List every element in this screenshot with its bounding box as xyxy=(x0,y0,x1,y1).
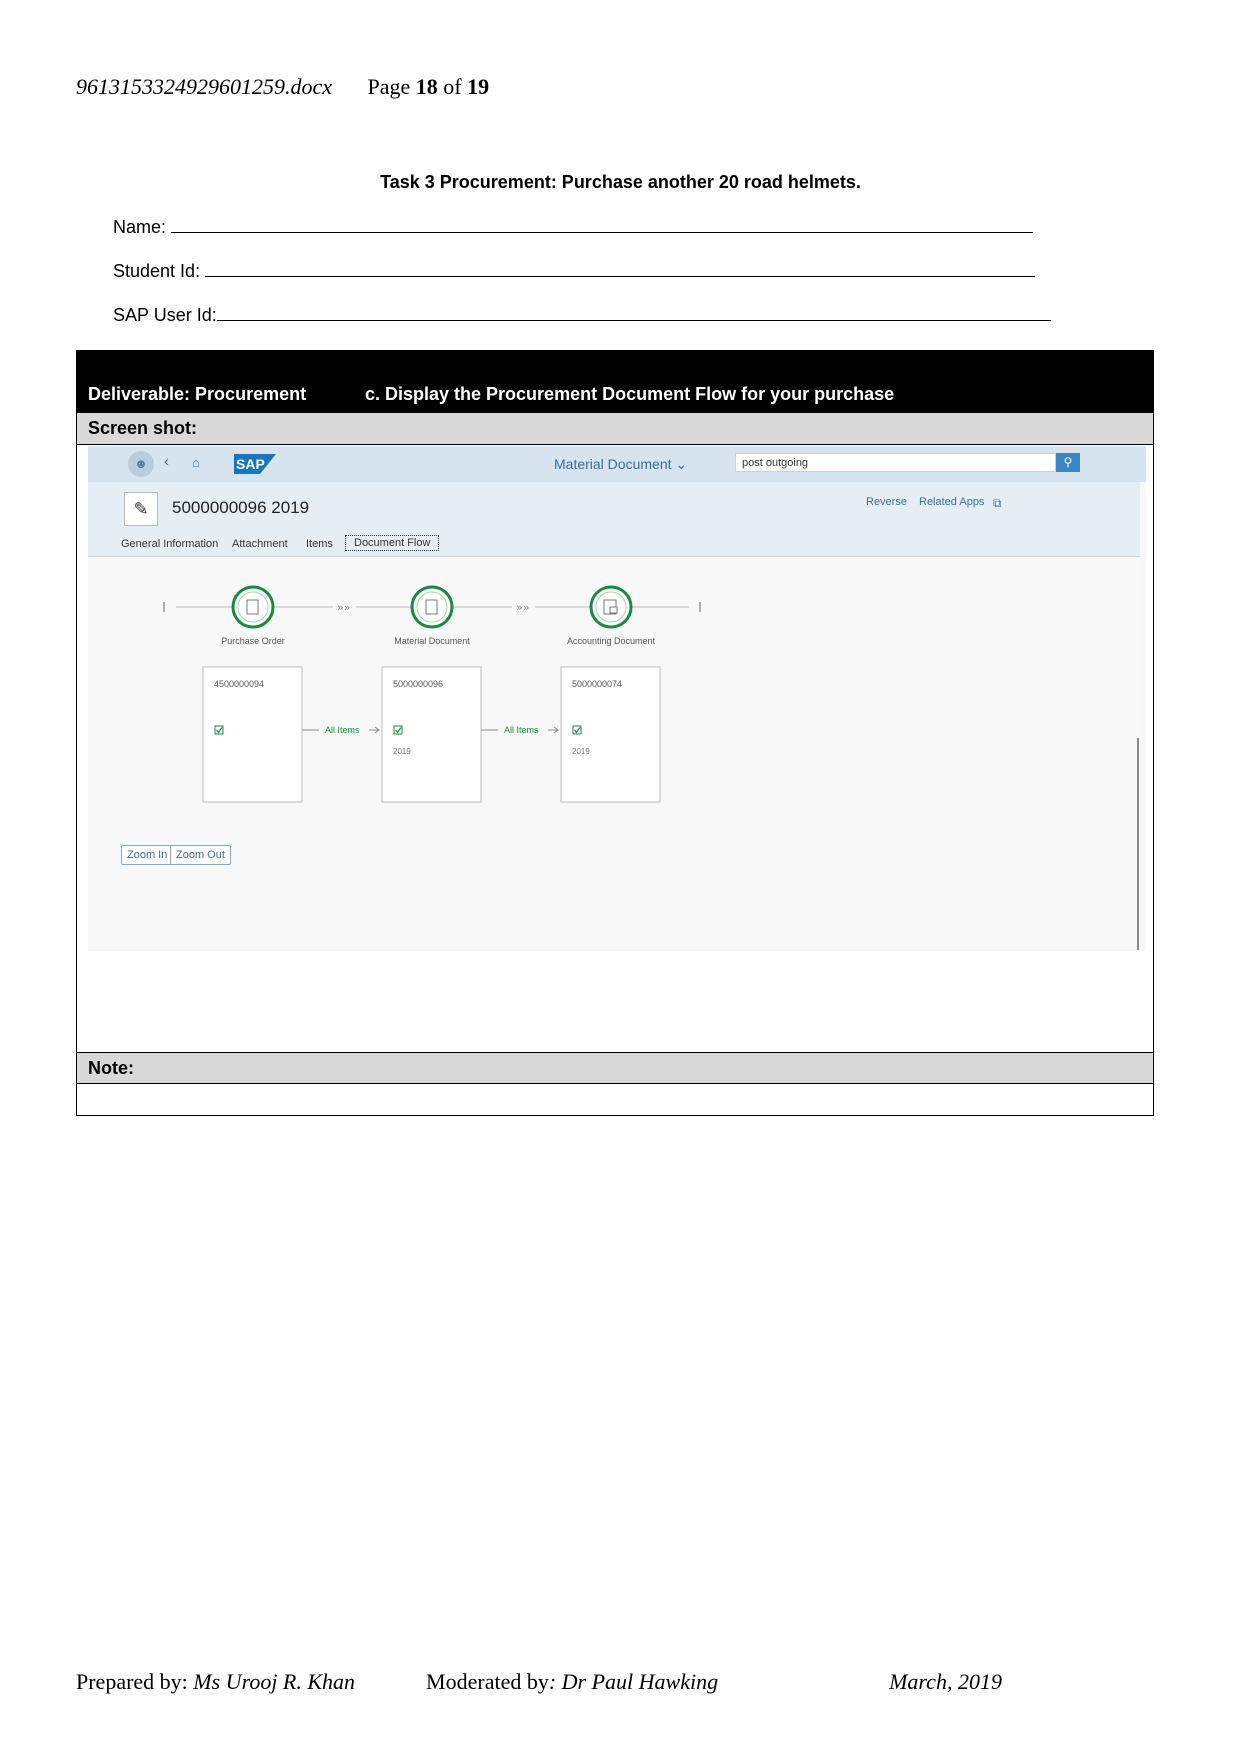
connector-all-items[interactable]: All Items xyxy=(504,725,539,735)
vertical-scrollbar[interactable] xyxy=(1137,738,1139,950)
node-label: Accounting Document xyxy=(567,636,656,646)
screenshot-label: Screen shot: xyxy=(77,413,1153,445)
note-label: Note: xyxy=(77,1052,1153,1084)
sap-screenshot: ☻ ‹ ⌂ SAP Material Document ⌄ post outgo… xyxy=(88,446,1146,951)
document-year: 2019 xyxy=(393,747,411,756)
material-document-node-icon[interactable] xyxy=(410,585,454,629)
page-header: 9613153324929601259.docx Page 18 of 19 xyxy=(76,74,489,100)
document-flow-area: »» »» Purchase Order Material Document A… xyxy=(88,557,1140,951)
purchase-order-node-icon[interactable] xyxy=(231,585,275,629)
moderated-by-label: Moderated by xyxy=(426,1669,549,1694)
sap-logo[interactable]: SAP xyxy=(234,454,276,474)
chevron-icon: »» xyxy=(337,601,350,614)
document-number: 5000000096 xyxy=(393,679,443,689)
deliverable-header: Deliverable: Procurement c. Display the … xyxy=(77,351,1153,413)
zoom-out-button[interactable]: Zoom Out xyxy=(170,845,231,865)
file-name: 9613153324929601259.docx xyxy=(76,74,333,99)
sap-user-id-field: SAP User Id: xyxy=(113,304,1051,326)
task-title: Task 3 Procurement: Purchase another 20 … xyxy=(380,172,861,192)
deliverable-task: c. Display the Procurement Document Flow… xyxy=(365,384,895,404)
object-title: 5000000096 2019 xyxy=(172,498,310,517)
share-icon[interactable]: ⧉ xyxy=(993,496,1002,511)
connector-all-items[interactable]: All Items xyxy=(325,725,360,735)
document-flow-diagram: »» »» Purchase Order Material Document A… xyxy=(163,585,701,803)
zoom-in-button[interactable]: Zoom In xyxy=(121,845,174,865)
prepared-by-name: Ms Urooj R. Khan xyxy=(193,1669,356,1694)
back-icon[interactable]: ‹ xyxy=(164,453,169,470)
accounting-document-card[interactable]: 5000000074 2019 xyxy=(560,666,661,803)
footer-date: March, 2019 xyxy=(889,1669,1002,1694)
document-number: 5000000074 xyxy=(572,679,622,689)
material-document-card[interactable]: 5000000096 2019 xyxy=(381,666,482,803)
related-apps-link[interactable]: Related Apps xyxy=(919,496,984,508)
document-number: 4500000094 xyxy=(214,679,264,689)
tab-attachment[interactable]: Attachment xyxy=(232,538,288,550)
page-footer: Prepared by: Ms Urooj R. Khan Moderated … xyxy=(76,1669,1002,1695)
document-year: 2019 xyxy=(572,747,590,756)
tab-items[interactable]: Items xyxy=(306,538,333,550)
tab-general-information[interactable]: General Information xyxy=(121,538,218,550)
app-title-dropdown[interactable]: Material Document ⌄ xyxy=(554,456,687,473)
search-input[interactable]: post outgoing xyxy=(735,453,1056,472)
reverse-link[interactable]: Reverse xyxy=(866,496,907,508)
document-image-icon: ✎ xyxy=(124,492,158,526)
home-icon[interactable]: ⌂ xyxy=(192,455,200,470)
purchase-order-card[interactable]: 4500000094 xyxy=(202,666,303,803)
deliverable-label: Deliverable: Procurement xyxy=(88,384,307,404)
prepared-by-label: Prepared by: xyxy=(76,1669,194,1694)
tab-document-flow[interactable]: Document Flow xyxy=(345,535,440,551)
node-label: Material Document xyxy=(394,636,470,646)
shell-bar: ☻ ‹ ⌂ SAP Material Document ⌄ post outgo… xyxy=(88,446,1146,482)
name-field: Name: xyxy=(113,216,1034,238)
moderated-by-name: : Dr Paul Hawking xyxy=(548,1669,719,1694)
object-header: ✎ 5000000096 2019 Reverse Related Apps ⧉… xyxy=(88,482,1140,557)
chevron-down-icon: ⌄ xyxy=(675,456,688,472)
search-icon[interactable]: ⚲ xyxy=(1056,453,1080,472)
student-id-field: Student Id: xyxy=(113,260,1036,282)
chevron-icon: »» xyxy=(516,601,529,614)
user-avatar-icon[interactable]: ☻ xyxy=(128,451,154,477)
node-label: Purchase Order xyxy=(221,636,285,646)
accounting-document-node-icon[interactable] xyxy=(589,585,633,629)
deliverable-table: Deliverable: Procurement c. Display the … xyxy=(76,350,1154,1116)
page-number: Page 18 of 19 xyxy=(367,74,490,99)
